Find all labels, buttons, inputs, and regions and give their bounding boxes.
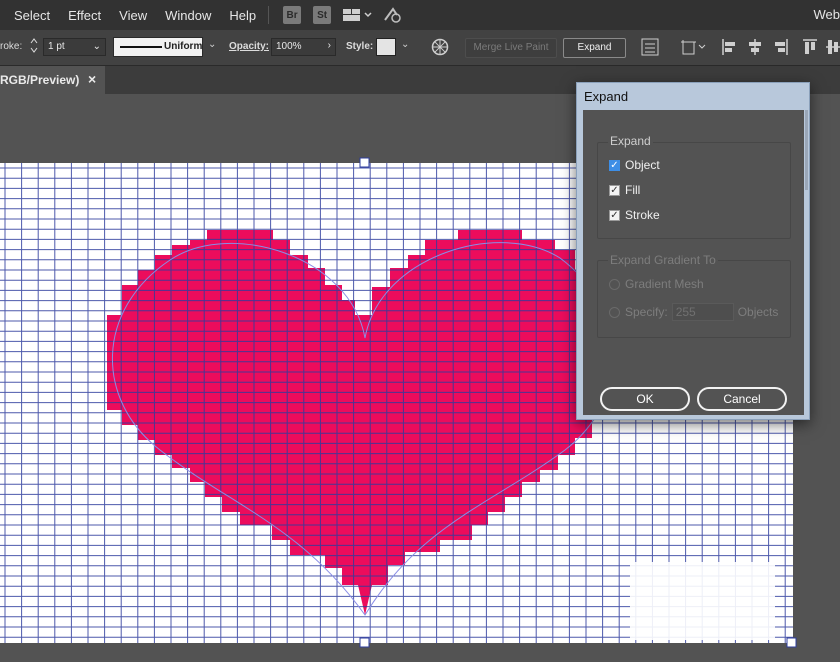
expand-group-title: Expand <box>608 134 653 148</box>
radio-specify-label: Specify: <box>625 305 668 319</box>
checkbox-fill[interactable]: ✓ Fill <box>609 183 640 197</box>
document-tab[interactable]: RGB/Preview) × <box>0 66 105 94</box>
menu-effect[interactable]: Effect <box>68 8 101 23</box>
align-vertical-center-icon[interactable] <box>826 38 840 59</box>
menu-window[interactable]: Window <box>165 8 211 23</box>
expand-gradient-group-title: Expand Gradient To <box>608 253 718 267</box>
align-right-icon[interactable] <box>773 38 789 59</box>
expand-button[interactable]: Expand <box>563 38 626 58</box>
dialog-title: Expand <box>584 89 629 104</box>
align-left-icon[interactable] <box>721 38 737 59</box>
menu-help[interactable]: Help <box>229 8 256 23</box>
bounding-box-handle-bottom[interactable] <box>359 637 370 648</box>
opacity-field[interactable]: 100% › <box>271 38 336 56</box>
cancel-button[interactable]: Cancel <box>697 387 787 411</box>
document-tab-title: RGB/Preview) <box>0 73 80 87</box>
opacity-value: 100% <box>276 41 302 52</box>
expand-gradient-group <box>597 260 791 338</box>
radio-gradient-mesh-label: Gradient Mesh <box>625 277 704 291</box>
radio-gradient-mesh[interactable]: Gradient Mesh <box>609 277 704 291</box>
options-panel-icon[interactable] <box>641 38 659 59</box>
workspace-switcher[interactable]: Web <box>814 7 840 22</box>
stroke-weight-value: 1 pt <box>48 41 65 52</box>
checkbox-stroke-label: Stroke <box>625 208 660 222</box>
bounding-box-handle-top[interactable] <box>359 157 370 168</box>
align-top-icon[interactable] <box>802 38 818 59</box>
variable-width-profile[interactable]: Uniform <box>113 37 203 57</box>
blank-region <box>630 562 775 640</box>
gpu-performance-icon[interactable] <box>383 6 403 24</box>
arrange-documents-icon[interactable] <box>343 8 373 22</box>
stock-app-icon[interactable]: St <box>313 6 332 24</box>
expand-dialog: Expand Expand ✓ Object ✓ Fill ✓ Stroke E… <box>576 82 810 420</box>
align-horizontal-center-icon[interactable] <box>747 38 763 59</box>
checkbox-fill-label: Fill <box>625 183 641 197</box>
recolor-artwork-icon[interactable] <box>430 37 450 60</box>
menu-divider <box>268 6 270 24</box>
profile-line-preview <box>120 46 162 48</box>
profile-label: Uniform <box>164 41 203 52</box>
checkbox-stroke[interactable]: ✓ Stroke <box>609 208 660 222</box>
checkbox-object-check-icon[interactable]: ✓ <box>609 159 620 171</box>
dialog-edge-scrollbar <box>805 110 808 190</box>
bridge-app-icon[interactable]: Br <box>283 6 302 24</box>
menu-bar: Select Effect View Window Help Br St Web <box>0 0 840 30</box>
merge-live-paint-button[interactable]: Merge Live Paint <box>465 38 557 58</box>
profile-chevron-down-icon[interactable]: ⌄ <box>208 39 216 50</box>
stroke-weight-field[interactable]: 1 pt ⌄ <box>43 38 106 56</box>
stroke-weight-stepper-icon[interactable] <box>29 36 39 59</box>
transform-reference-icon[interactable] <box>680 38 708 59</box>
ok-button[interactable]: OK <box>600 387 690 411</box>
menu-select[interactable]: Select <box>14 8 50 23</box>
radio-specify-icon[interactable] <box>609 306 620 318</box>
control-bar: roke: 1 pt ⌄ Uniform ⌄ Opacity: 100% › S… <box>0 30 840 66</box>
opacity-label[interactable]: Opacity: <box>229 41 269 52</box>
specify-objects-input[interactable]: 255 <box>671 303 734 321</box>
checkbox-object-label: Object <box>625 158 660 172</box>
bounding-box-handle-bottom-right[interactable] <box>786 637 797 648</box>
specify-objects-unit: Objects <box>737 305 779 319</box>
dialog-body: Expand ✓ Object ✓ Fill ✓ Stroke Expand G… <box>583 110 804 415</box>
graphic-style-swatch[interactable] <box>376 38 396 56</box>
style-label: Style: <box>346 41 374 52</box>
chevron-down-icon[interactable]: ⌄ <box>93 41 101 52</box>
checkbox-fill-check-icon[interactable]: ✓ <box>609 184 620 196</box>
style-chevron-down-icon[interactable]: ⌄ <box>401 39 409 50</box>
checkbox-stroke-check-icon[interactable]: ✓ <box>609 209 620 221</box>
menu-view[interactable]: View <box>119 8 147 23</box>
stroke-label: roke: <box>0 41 23 52</box>
checkbox-object[interactable]: ✓ Object <box>609 158 660 172</box>
close-tab-icon[interactable]: × <box>88 71 96 87</box>
radio-specify[interactable]: Specify: 255 Objects <box>609 303 778 321</box>
radio-gradient-mesh-icon[interactable] <box>609 278 620 290</box>
chevron-right-icon[interactable]: › <box>328 40 331 51</box>
